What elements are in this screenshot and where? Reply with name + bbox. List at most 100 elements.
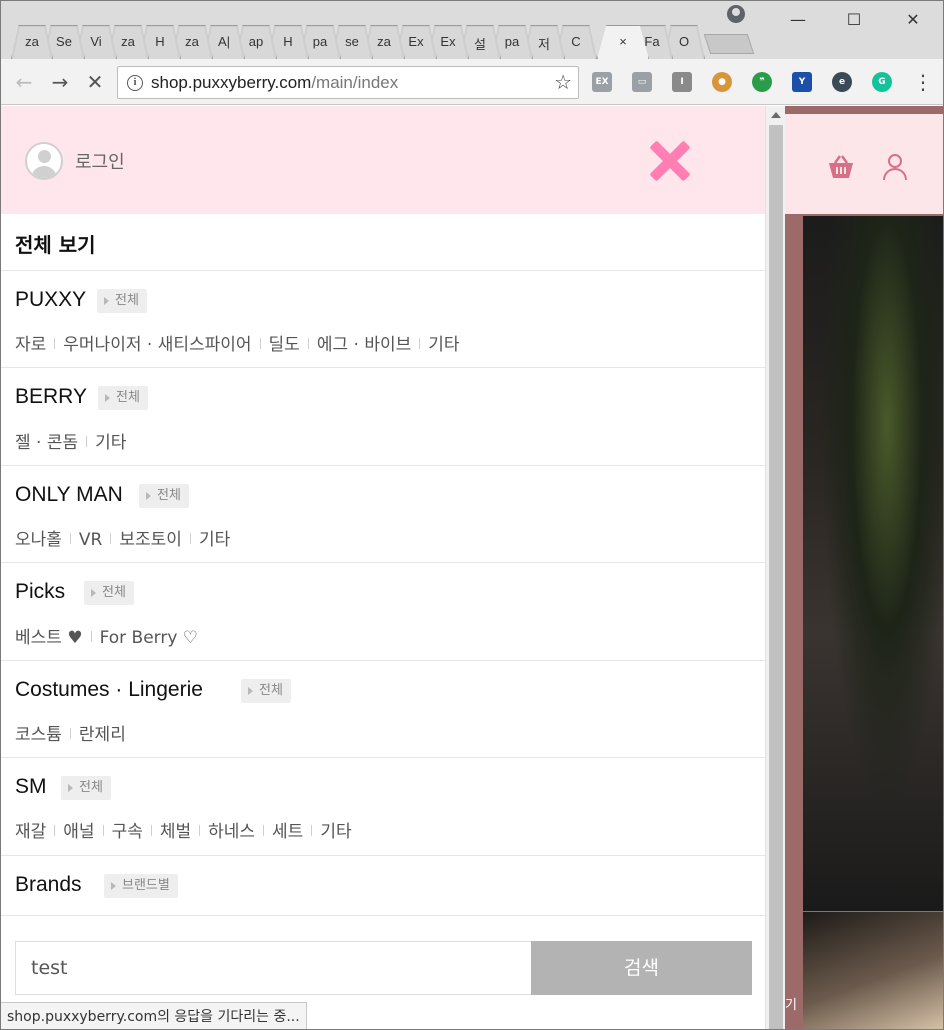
close-tab-icon: × xyxy=(619,34,627,49)
status-bar: shop.puxxyberry.com의 응답을 기다리는 중... xyxy=(1,1002,307,1029)
subcategory-link[interactable]: 에그 · 바이브 xyxy=(317,330,411,355)
screen-icon[interactable]: ▭ xyxy=(632,72,652,92)
minimize-button[interactable]: — xyxy=(783,7,813,33)
close-window-button[interactable]: ✕ xyxy=(898,7,928,33)
category-all-badge[interactable]: 전체 xyxy=(98,386,148,410)
separator xyxy=(69,533,71,544)
category-all-badge[interactable]: 전체 xyxy=(97,289,147,313)
browser-toolbar: ← → ✕ i shop.puxxyberry.com/main/index ☆… xyxy=(1,59,943,105)
separator xyxy=(189,533,191,544)
separator xyxy=(86,436,88,447)
cookie-icon[interactable]: ● xyxy=(712,72,732,92)
subcategory-link[interactable]: 오나홀 xyxy=(15,525,62,550)
subcategory-link[interactable]: 코스튬 xyxy=(15,720,62,745)
tab-strip: O Fa × C 저 pa 설 Ex Ex za se pa Hap A| za Hza Vi Se za — ☐ … xyxy=(1,1,943,59)
maximize-button[interactable]: ☐ xyxy=(839,7,869,33)
subcategory-link[interactable]: 란제리 xyxy=(79,720,126,745)
menu-scrollbar[interactable] xyxy=(765,106,785,1029)
browser-window: O Fa × C 저 pa 설 Ex Ex za se pa Hap A| za Hza Vi Se za — ☐ … xyxy=(0,0,944,1030)
search-input[interactable] xyxy=(15,941,532,995)
subcategory-link[interactable]: 딜도 xyxy=(269,330,300,355)
divider xyxy=(1,855,765,856)
scroll-up-icon[interactable] xyxy=(771,112,781,118)
category-title[interactable]: SM xyxy=(15,775,47,799)
user-icon[interactable] xyxy=(881,152,909,182)
separator xyxy=(311,825,313,836)
i-icon[interactable]: I xyxy=(672,72,692,92)
page-viewport: 기 로그인 전체 보기 검색 PUXXY전체자로우머나이저 · 새티스파이어딜도… xyxy=(1,106,943,1029)
subcategory-link[interactable]: VR xyxy=(79,530,102,550)
secondary-image xyxy=(803,912,943,1029)
browser-tab[interactable]: za xyxy=(11,25,53,59)
back-button[interactable]: ← xyxy=(11,69,37,95)
category-all-badge[interactable]: 전체 xyxy=(241,679,291,703)
divider xyxy=(1,465,765,466)
quote-icon[interactable]: ❞ xyxy=(752,72,772,92)
category-title[interactable]: Picks xyxy=(15,580,65,604)
category-title[interactable]: Brands xyxy=(15,873,82,897)
bookmark-star-icon[interactable]: ☆ xyxy=(554,70,572,94)
subcategory-link[interactable]: 기타 xyxy=(95,428,126,453)
category-all-badge[interactable]: 전체 xyxy=(61,776,111,800)
separator xyxy=(69,728,71,739)
basket-icon[interactable] xyxy=(827,154,855,182)
subcategory-link[interactable]: 우머나이저 · 새티스파이어 xyxy=(63,330,251,355)
grammarly-icon[interactable]: G xyxy=(872,72,892,92)
tab-active[interactable]: × xyxy=(597,25,649,59)
subcategory-list: 젤 · 콘돔 기타 xyxy=(15,428,126,453)
site-info-icon[interactable]: i xyxy=(127,75,143,91)
subcategory-link[interactable]: 구속 xyxy=(112,817,143,842)
subcategory-link[interactable]: 체벌 xyxy=(160,817,191,842)
separator xyxy=(54,338,56,349)
stop-loading-button[interactable]: ✕ xyxy=(82,69,108,95)
subcategory-link[interactable]: 베스트 ♥ xyxy=(15,623,83,648)
subcategory-link[interactable]: 보조토이 xyxy=(119,525,182,550)
separator xyxy=(110,533,112,544)
avatar-icon[interactable] xyxy=(25,142,63,180)
e-icon[interactable]: e xyxy=(832,72,852,92)
category-all-badge[interactable]: 전체 xyxy=(84,581,134,605)
subcategory-link[interactable]: 재갈 xyxy=(15,817,46,842)
subcategory-link[interactable]: For Berry ♡ xyxy=(100,628,198,648)
subcategory-link[interactable]: 애널 xyxy=(63,817,94,842)
category-title[interactable]: Costumes · Lingerie xyxy=(15,678,203,702)
category-all-badge[interactable]: 전체 xyxy=(139,484,189,508)
login-link[interactable]: 로그인 xyxy=(75,148,125,174)
forward-button[interactable]: → xyxy=(47,69,73,95)
tab-label: za xyxy=(25,34,39,49)
background-page: 기 xyxy=(765,106,943,1029)
divider xyxy=(1,367,765,368)
address-bar[interactable]: i shop.puxxyberry.com/main/index ☆ xyxy=(117,66,579,99)
separator xyxy=(199,825,201,836)
profile-icon[interactable] xyxy=(727,5,745,23)
background-header xyxy=(785,114,943,214)
category-title[interactable]: ONLY MAN xyxy=(15,483,123,507)
divider xyxy=(1,562,765,563)
subcategory-link[interactable]: 젤 · 콘돔 xyxy=(15,428,78,453)
divider xyxy=(1,660,765,661)
subcategory-link[interactable]: 기타 xyxy=(320,817,351,842)
separator xyxy=(259,338,261,349)
browser-menu-icon[interactable]: ⋮ xyxy=(913,69,933,95)
scrollbar-thumb[interactable] xyxy=(769,125,783,1029)
category-title[interactable]: BERRY xyxy=(15,385,87,409)
y-icon[interactable]: Y xyxy=(792,72,812,92)
subcategory-list: 재갈 애널 구속 체벌 하네스 세트 기타 xyxy=(15,817,352,842)
new-tab-button[interactable] xyxy=(703,34,755,54)
separator xyxy=(102,825,104,836)
subcategory-link[interactable]: 세트 xyxy=(272,817,303,842)
url-text[interactable]: shop.puxxyberry.com/main/index xyxy=(151,73,398,93)
view-all-link[interactable]: 전체 보기 xyxy=(15,229,96,258)
category-title[interactable]: PUXXY xyxy=(15,288,86,312)
subcategory-link[interactable]: 기타 xyxy=(199,525,230,550)
subcategory-link[interactable]: 자로 xyxy=(15,330,46,355)
ex-icon[interactable]: EX xyxy=(592,72,612,92)
subcategory-link[interactable]: 하네스 xyxy=(208,817,255,842)
search-button[interactable]: 검색 xyxy=(531,941,752,995)
separator xyxy=(90,631,92,642)
more-link[interactable]: 기 xyxy=(785,994,797,1013)
divider xyxy=(1,270,765,271)
subcategory-link[interactable]: 기타 xyxy=(428,330,459,355)
close-menu-icon[interactable] xyxy=(647,139,691,183)
category-all-badge[interactable]: 브랜드별 xyxy=(104,874,178,898)
